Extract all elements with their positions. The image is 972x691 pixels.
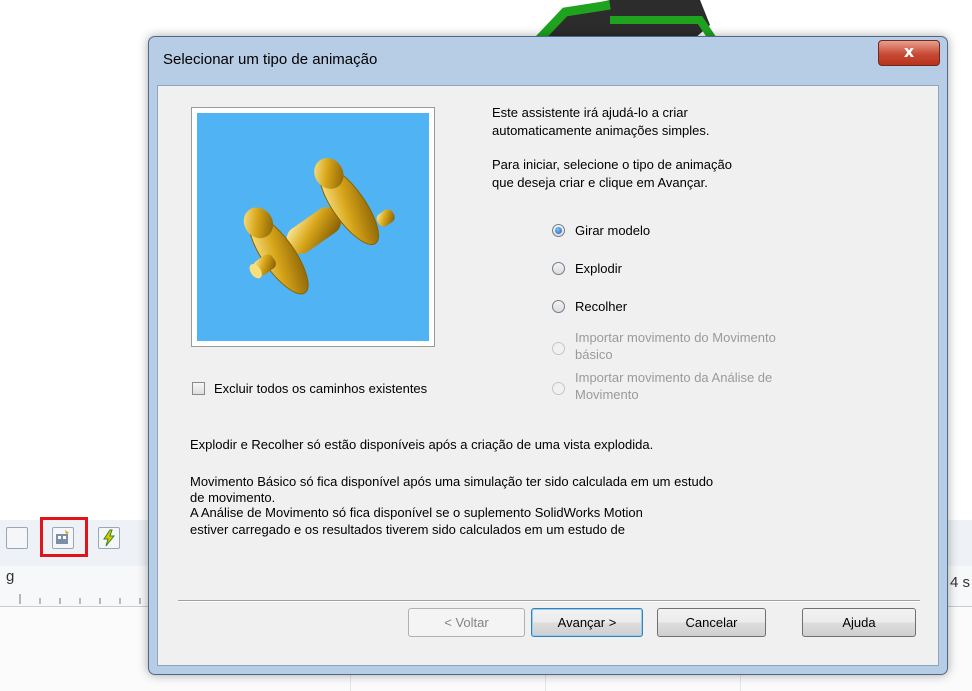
radio-girar-modelo[interactable] bbox=[552, 224, 565, 237]
dialog-title: Selecionar um tipo de animação bbox=[163, 51, 378, 68]
intro-text: Este assistente irá ajudá-lo a criar auto… bbox=[492, 105, 710, 138]
note-movimento-basico: Movimento Básico só fica disponível após… bbox=[190, 474, 714, 505]
radio-importar-analise-movimento bbox=[552, 382, 565, 395]
separator bbox=[178, 600, 920, 602]
animation-wizard-dialog: Selecionar um tipo de animação x Este as… bbox=[148, 36, 948, 675]
radio-recolher[interactable] bbox=[552, 300, 565, 313]
preview-frame bbox=[191, 107, 435, 347]
cancel-button[interactable]: Cancelar bbox=[657, 608, 766, 637]
radio-label-importar-analise-movimento: Importar movimento da Análise de Moviment… bbox=[575, 370, 773, 402]
instruction-text: Para iniciar, selecione o tipo de animaç… bbox=[492, 157, 732, 190]
ruler-label-right: 4 s bbox=[950, 574, 971, 591]
note-analise-movimento: A Análise de Movimento só fica disponíve… bbox=[190, 505, 643, 537]
help-button[interactable]: Ajuda bbox=[802, 608, 916, 637]
highlight-box bbox=[40, 517, 88, 557]
dialog-content: Este assistente irá ajudá-lo a criar auto… bbox=[157, 85, 939, 666]
preview-image bbox=[197, 113, 429, 341]
radio-label-girar-modelo[interactable]: Girar modelo bbox=[575, 222, 650, 239]
close-button[interactable]: x bbox=[878, 40, 940, 66]
excluir-caminhos-checkbox[interactable] bbox=[192, 382, 205, 395]
radio-label-explodir[interactable]: Explodir bbox=[575, 260, 622, 277]
excluir-caminhos-label[interactable]: Excluir todos os caminhos existentes bbox=[214, 380, 427, 398]
radio-label-importar-movimento-basico: Importar movimento do Movimento básico bbox=[575, 330, 776, 362]
back-button[interactable]: < Voltar bbox=[408, 608, 525, 637]
next-button[interactable]: Avançar > bbox=[531, 608, 643, 637]
note-explodir-recolher: Explodir e Recolher só estão disponíveis… bbox=[190, 437, 654, 452]
title-bar[interactable]: Selecionar um tipo de animação x bbox=[149, 37, 947, 85]
table-icon[interactable] bbox=[6, 527, 28, 549]
gold-part-icon bbox=[243, 158, 395, 295]
radio-importar-movimento-basico bbox=[552, 342, 565, 355]
ruler-label-left: g bbox=[6, 568, 15, 585]
radio-label-recolher[interactable]: Recolher bbox=[575, 298, 627, 315]
close-icon: x bbox=[903, 42, 915, 61]
radio-explodir[interactable] bbox=[552, 262, 565, 275]
calculate-icon[interactable] bbox=[98, 527, 120, 549]
